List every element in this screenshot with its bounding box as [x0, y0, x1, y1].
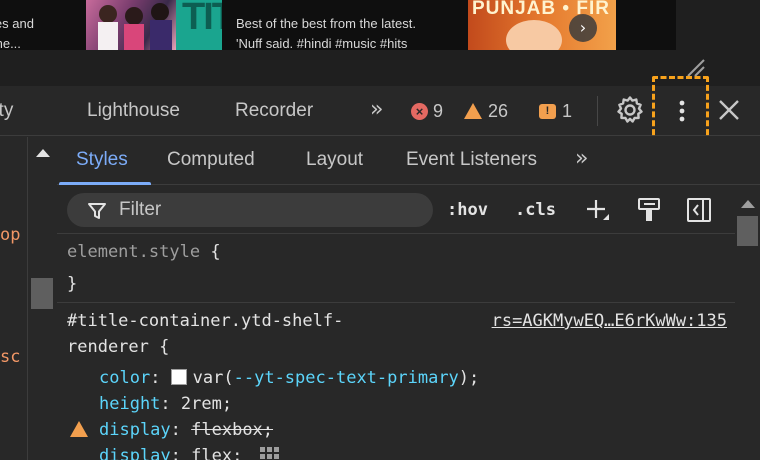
filter-funnel-icon	[88, 203, 106, 219]
left-snippet-line2: the...	[0, 36, 21, 50]
devtools-tab-bar: rity Lighthouse Recorder » × 9 26 ! 1	[0, 86, 760, 136]
tab-layout[interactable]: Layout	[306, 148, 363, 172]
playlist-thumbnail[interactable]	[86, 0, 176, 50]
declaration-display[interactable]: display: flex;	[99, 443, 281, 460]
warning-count: 26	[488, 100, 509, 121]
flexbox-editor-icon[interactable]	[259, 446, 281, 460]
issues-count: 1	[562, 100, 573, 121]
declaration-color[interactable]: color: var(--yt-spec-text-primary);	[99, 365, 479, 391]
toolbar-divider	[597, 96, 598, 126]
chevron-right-icon[interactable]: ›	[569, 14, 597, 42]
settings-gear-icon[interactable]	[614, 94, 646, 126]
playlist-description-line1: Best of the best from the latest.	[236, 16, 416, 31]
dom-fragment[interactable]: sc	[0, 347, 20, 367]
styles-pane: element.style { } #title-container.ytd-s…	[57, 235, 735, 460]
rule-source-link[interactable]: rs=AGKMywEQ…E6rKwWw:135	[492, 308, 727, 334]
tab-computed[interactable]: Computed	[167, 148, 255, 172]
tab-security[interactable]: rity	[0, 99, 13, 123]
hover-state-toggle[interactable]: :hov	[447, 199, 488, 221]
resize-handle-icon[interactable]	[684, 56, 706, 78]
rule-divider	[57, 302, 735, 303]
dom-fragment[interactable]: op	[0, 225, 20, 245]
tab-event-listeners[interactable]: Event Listeners	[406, 148, 537, 172]
tab-lighthouse[interactable]: Lighthouse	[87, 99, 180, 123]
playlist-thumbnail-title: TITS	[176, 0, 222, 50]
thumbnail-people-image	[98, 3, 172, 50]
close-devtools-icon[interactable]	[716, 97, 742, 123]
new-style-rule-icon[interactable]	[583, 196, 611, 224]
shelf-row: ies and the... TITS Best of the best fro…	[0, 0, 676, 50]
declaration-height[interactable]: height: 2rem;	[99, 391, 232, 417]
playlist-description-line2: 'Nuff said. #hindi #music #hits	[236, 36, 408, 50]
elements-dom-panel: op sc	[0, 137, 28, 460]
error-counter[interactable]: × 9	[411, 98, 443, 124]
styles-tab-bar: Styles Computed Layout Event Listeners »	[57, 137, 760, 185]
element-style-selector[interactable]: element.style {	[67, 239, 221, 265]
element-style-close-brace: }	[67, 274, 78, 294]
customize-more-icon[interactable]	[668, 96, 696, 126]
thumbnail-2-image	[506, 20, 562, 50]
tab-recorder[interactable]: Recorder	[235, 99, 313, 123]
scroll-up-icon[interactable]	[741, 200, 755, 208]
dom-scrollbar[interactable]	[28, 137, 56, 460]
filter-input[interactable]: Filter	[67, 193, 433, 227]
filter-placeholder: Filter	[119, 199, 162, 220]
issues-icon: !	[539, 103, 556, 119]
warning-icon	[464, 103, 482, 119]
scrollbar-thumb[interactable]	[737, 216, 758, 246]
page-preview: ies and the... TITS Best of the best fro…	[0, 0, 760, 86]
active-tab-indicator	[59, 182, 151, 185]
scrollbar-thumb[interactable]	[31, 278, 53, 309]
issues-counter[interactable]: ! 1	[539, 98, 572, 124]
more-tabs-icon[interactable]: »	[370, 96, 384, 124]
styles-toolbar: Filter :hov .cls	[57, 186, 735, 234]
toggle-sidebar-icon[interactable]	[685, 196, 713, 224]
format-painter-icon[interactable]	[635, 196, 663, 224]
scroll-up-icon[interactable]	[36, 149, 50, 157]
error-icon: ×	[411, 102, 428, 120]
tab-styles[interactable]: Styles	[76, 148, 128, 172]
more-subtabs-icon[interactable]: »	[575, 145, 589, 173]
class-toggle[interactable]: .cls	[515, 199, 556, 221]
error-count: 9	[433, 100, 444, 121]
rule-selector-line1[interactable]: #title-container.ytd-shelf-	[67, 308, 343, 334]
color-swatch[interactable]	[170, 369, 187, 385]
warning-counter[interactable]: 26	[464, 98, 508, 124]
left-snippet-line1: ies and	[0, 16, 34, 31]
declaration-display-invalid[interactable]: display: flexbox;	[99, 417, 273, 443]
styles-scrollbar[interactable]	[735, 186, 760, 460]
invalid-property-warning-icon	[70, 421, 88, 437]
rule-selector-line2[interactable]: renderer {	[67, 334, 169, 360]
